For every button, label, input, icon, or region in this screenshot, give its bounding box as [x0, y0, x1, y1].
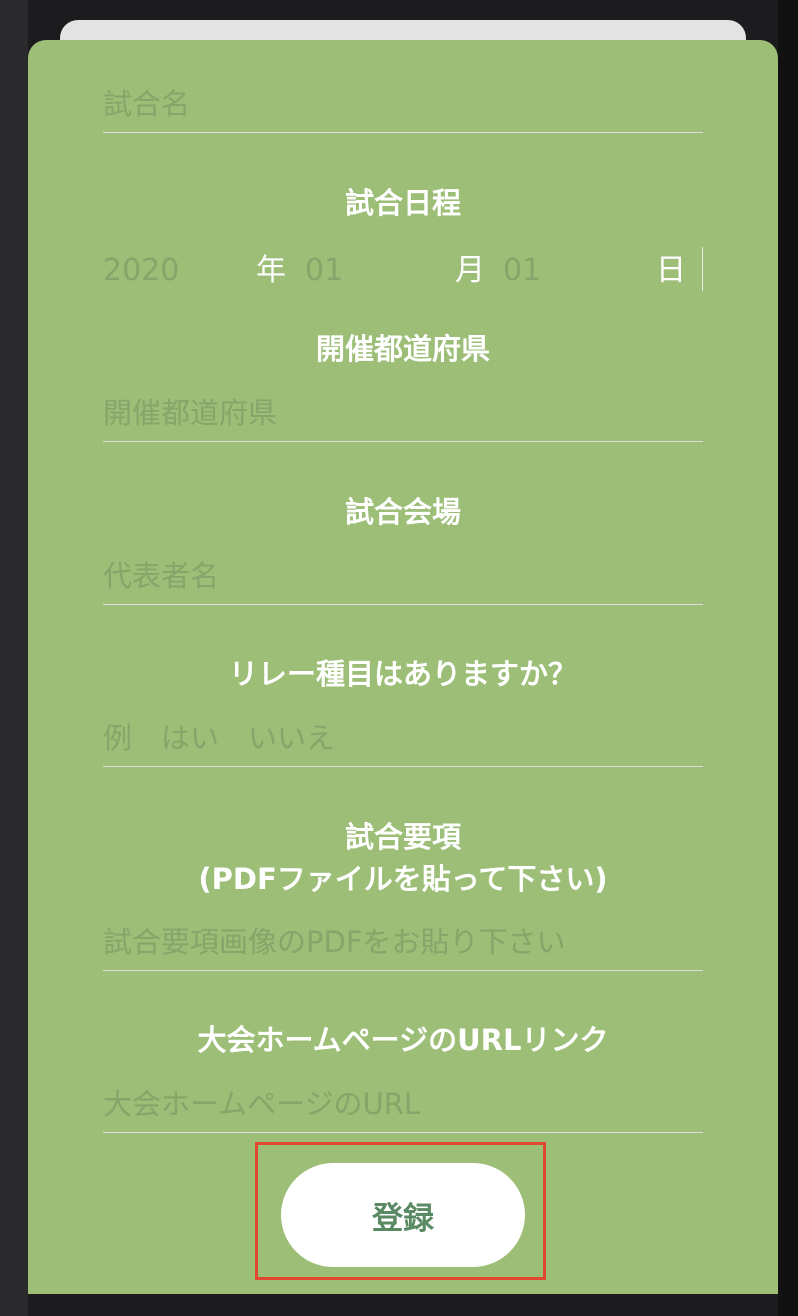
guidelines-field [103, 914, 703, 971]
right-edge [778, 0, 798, 1316]
guidelines-label: 試合要項 [344, 820, 461, 854]
year-unit: 年 [256, 253, 286, 288]
homepage-field [103, 1076, 703, 1133]
day-value[interactable]: 01 [503, 251, 541, 291]
match-name-field [103, 76, 703, 133]
relay-field [103, 710, 703, 767]
relay-label: リレー種目はありますか？ [228, 657, 577, 691]
guidelines-input[interactable] [103, 914, 703, 970]
prefecture-label: 開催都道府県 [315, 332, 490, 366]
venue-input[interactable] [103, 548, 703, 604]
prefecture-field [103, 385, 703, 442]
homepage-label: 大会ホームページのURLリンク [197, 1023, 609, 1057]
guidelines-sublabel: (PDFファイルを貼って下さい) [198, 862, 608, 896]
venue-field [103, 548, 703, 605]
match-name-input[interactable] [103, 76, 703, 132]
text-caret [702, 247, 703, 291]
schedule-date-row: 2020 年 01 月 01 日 [103, 245, 703, 295]
left-edge [0, 0, 28, 1316]
year-value[interactable]: 2020 [103, 251, 179, 291]
prefecture-input[interactable] [103, 385, 703, 441]
homepage-input[interactable] [103, 1076, 703, 1132]
schedule-label: 試合日程 [344, 186, 461, 220]
register-button[interactable]: 登録 [281, 1163, 525, 1267]
venue-label: 試合会場 [344, 495, 461, 529]
registration-sheet: 試合日程 2020 年 01 月 01 日 開催都道府県 試合会場 リレー種目は… [28, 40, 778, 1294]
relay-input[interactable] [103, 710, 703, 766]
day-unit: 日 [656, 253, 686, 288]
month-value[interactable]: 01 [305, 251, 343, 291]
month-unit: 月 [455, 253, 485, 288]
